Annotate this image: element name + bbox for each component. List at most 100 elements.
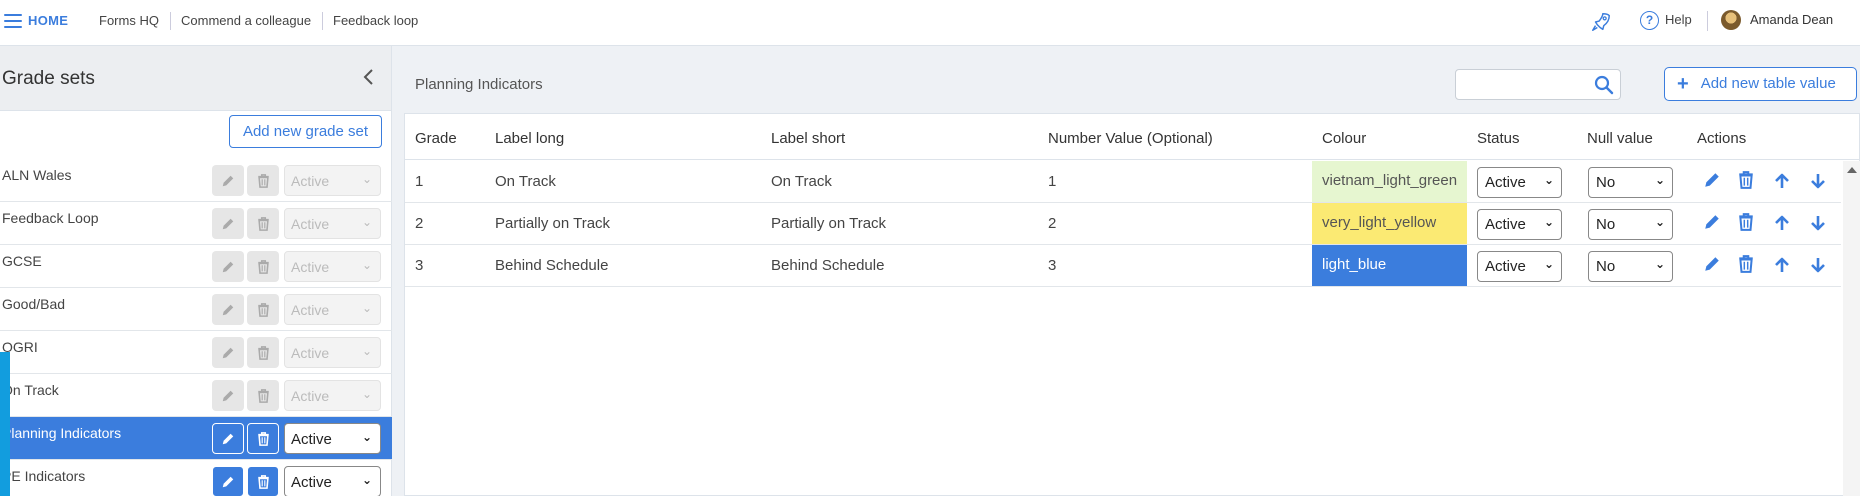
trash-icon[interactable] — [247, 294, 279, 325]
nav-link-commend-a-colleague[interactable]: Commend a colleague — [181, 13, 311, 28]
label-long-cell: Behind Schedule — [495, 257, 609, 274]
grade-set-status-select[interactable]: Active ⌄ — [284, 165, 381, 196]
grade-set-status-select[interactable]: Active ⌄ — [284, 337, 381, 368]
pencil-icon[interactable] — [212, 294, 244, 325]
null-value-select[interactable]: No ⌄ — [1588, 209, 1673, 240]
rocket-icon[interactable] — [1590, 11, 1612, 33]
nav-separator — [1707, 11, 1708, 31]
column-header: Number Value (Optional) — [1048, 130, 1213, 147]
table-row[interactable]: 1 On Track On Track 1 vietnam_light_green Act… — [405, 161, 1841, 203]
label-short-cell: Partially on Track — [771, 215, 887, 232]
trash-icon[interactable] — [1738, 255, 1760, 277]
null-value-select[interactable]: No ⌄ — [1588, 251, 1673, 282]
trash-icon[interactable] — [247, 423, 279, 454]
grade-sets-title: Grade sets — [2, 68, 95, 89]
grade-set-name: Planning Indicators — [2, 425, 122, 441]
help-link[interactable]: Help — [1665, 12, 1692, 27]
side-tab-marker[interactable] — [0, 352, 10, 496]
number-value-cell: 3 — [1048, 257, 1057, 274]
grade-set-row[interactable]: Good/Bad Active ⌄ — [0, 288, 392, 331]
table-row[interactable]: 3 Behind Schedule Behind Schedule 3 light_bl… — [405, 245, 1841, 287]
trash-icon[interactable] — [247, 208, 279, 239]
grade-set-name: ALN Wales — [2, 167, 72, 183]
arrow-up-icon[interactable] — [1772, 171, 1794, 193]
grade-set-row[interactable]: On Track Active ⌄ — [0, 374, 392, 417]
grade-set-row[interactable]: Feedback Loop Active ⌄ — [0, 202, 392, 245]
grade-set-row-selected[interactable]: Planning Indicators Active ⌄ — [0, 417, 392, 460]
colour-cell: vietnam_light_green — [1312, 161, 1467, 202]
trash-icon[interactable] — [247, 337, 279, 368]
pencil-icon[interactable] — [212, 165, 244, 196]
column-header: Label short — [771, 130, 846, 147]
table-row[interactable]: 2 Partially on Track Partially on Track 2 ve… — [405, 203, 1841, 245]
number-value-cell: 1 — [1048, 173, 1057, 190]
scroll-up-arrow-icon[interactable] — [1847, 167, 1857, 173]
avatar[interactable] — [1721, 10, 1741, 30]
grade-set-row[interactable]: GCSE Active ⌄ — [0, 245, 392, 288]
nav-home-link[interactable]: HOME — [28, 13, 68, 28]
grade-values-table: Grade Label long Label short Number Valu… — [404, 113, 1860, 496]
grade-set-status-select[interactable]: Active ⌄ — [284, 251, 381, 282]
label-short-cell: On Track — [771, 173, 832, 190]
pencil-icon[interactable] — [212, 466, 244, 496]
trash-icon[interactable] — [1738, 171, 1760, 193]
help-icon[interactable]: ? — [1640, 11, 1659, 30]
trash-icon[interactable] — [1738, 213, 1760, 235]
grade-set-status-select[interactable]: Active ⌄ — [284, 294, 381, 325]
search-icon[interactable] — [1594, 75, 1614, 95]
arrow-down-icon[interactable] — [1808, 255, 1830, 277]
label-short-cell: Behind Schedule — [771, 257, 885, 274]
grade-set-status-select[interactable]: Active ⌄ — [284, 208, 381, 239]
pencil-icon[interactable] — [212, 423, 244, 454]
edit-pencil-icon[interactable] — [1703, 213, 1725, 235]
column-header: Status — [1477, 130, 1520, 147]
pencil-icon[interactable] — [212, 208, 244, 239]
nav-link-forms-hq[interactable]: Forms HQ — [99, 13, 159, 28]
grade-set-status-select[interactable]: Active ⌄ — [284, 466, 381, 496]
arrow-up-icon[interactable] — [1772, 255, 1794, 277]
add-table-value-button[interactable]: + Add new table value — [1664, 67, 1857, 101]
trash-icon[interactable] — [247, 251, 279, 282]
nav-link-feedback-loop[interactable]: Feedback loop — [333, 13, 418, 28]
menu-icon[interactable] — [4, 14, 22, 28]
status-select[interactable]: Active ⌄ — [1477, 167, 1562, 198]
colour-cell: light_blue — [1312, 245, 1467, 286]
trash-icon[interactable] — [247, 466, 279, 496]
add-grade-set-button[interactable]: Add new grade set — [229, 115, 382, 148]
null-value-select[interactable]: No ⌄ — [1588, 167, 1673, 198]
edit-pencil-icon[interactable] — [1703, 255, 1725, 277]
grade-cell: 2 — [415, 215, 424, 232]
pencil-icon[interactable] — [212, 337, 244, 368]
arrow-down-icon[interactable] — [1808, 171, 1830, 193]
plus-icon: + — [1677, 72, 1689, 95]
status-select[interactable]: Active ⌄ — [1477, 209, 1562, 240]
grade-set-name: PE Indicators — [2, 468, 86, 484]
grade-set-status-select[interactable]: Active ⌄ — [284, 380, 381, 411]
page-title: Planning Indicators — [415, 76, 543, 93]
trash-icon[interactable] — [247, 165, 279, 196]
pencil-icon[interactable] — [212, 380, 244, 411]
nav-separator — [170, 12, 171, 30]
pencil-icon[interactable] — [212, 251, 244, 282]
edit-pencil-icon[interactable] — [1703, 171, 1725, 193]
arrow-down-icon[interactable] — [1808, 213, 1830, 235]
label-long-cell: On Track — [495, 173, 556, 190]
column-header: Actions — [1697, 130, 1747, 147]
user-name[interactable]: Amanda Dean — [1750, 12, 1833, 27]
trash-icon[interactable] — [247, 380, 279, 411]
grade-set-row[interactable]: OGRI Active ⌄ — [0, 331, 392, 374]
top-navigation-bar: HOME Forms HQ Commend a colleague Feedba… — [0, 0, 1860, 46]
grade-set-name: Good/Bad — [2, 296, 66, 312]
status-select[interactable]: Active ⌄ — [1477, 251, 1562, 282]
scrollbar[interactable] — [1843, 161, 1860, 496]
grade-set-row[interactable]: PE Indicators Active ⌄ — [0, 460, 392, 496]
table-header: Grade Label long Label short Number Valu… — [405, 114, 1860, 160]
grade-set-status-select[interactable]: Active ⌄ — [284, 423, 381, 454]
column-header: Grade — [415, 130, 457, 147]
grade-sets-header: Grade sets — [0, 46, 391, 111]
grade-set-row[interactable]: ALN Wales Active ⌄ — [0, 159, 392, 202]
arrow-up-icon[interactable] — [1772, 213, 1794, 235]
collapse-panel-icon[interactable] — [362, 68, 376, 89]
grade-set-name: On Track — [2, 382, 59, 398]
search-input[interactable] — [1455, 69, 1621, 100]
